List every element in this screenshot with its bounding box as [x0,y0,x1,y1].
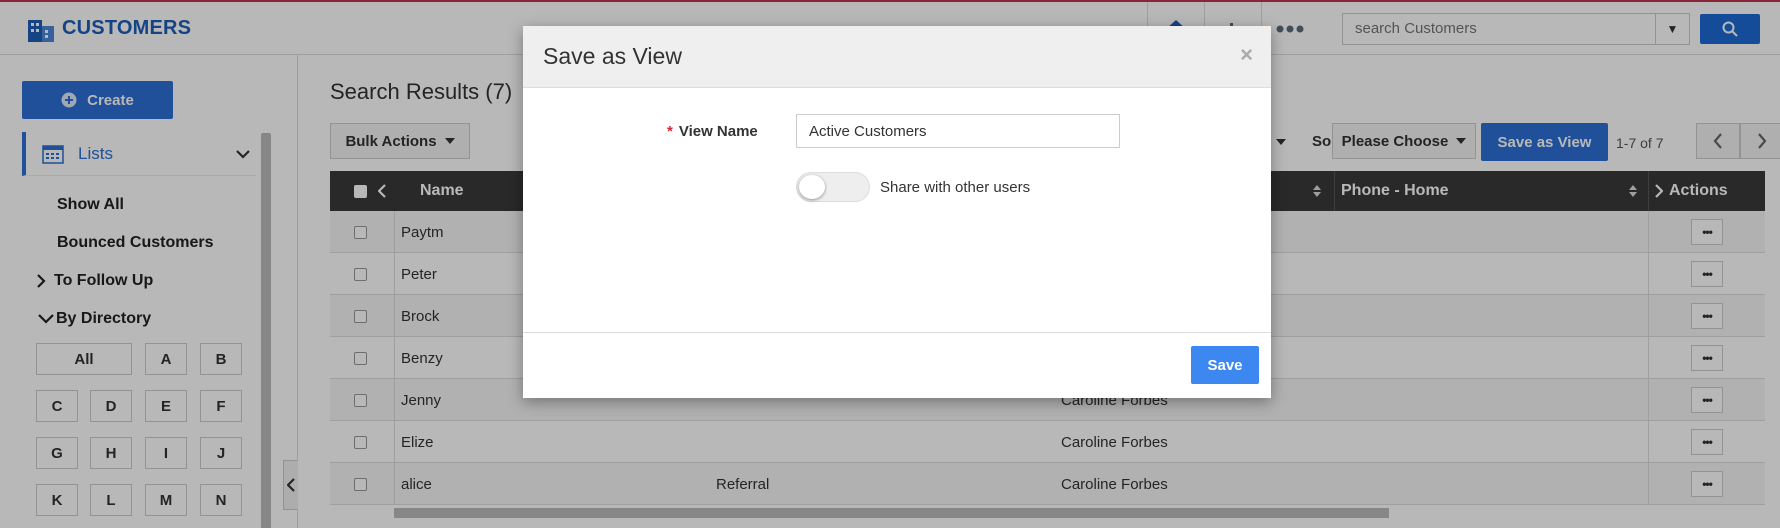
dialog-title: Save as View [543,43,682,69]
view-name-label-text: View Name [678,123,758,140]
toggle-knob [799,175,825,199]
required-mark: * [667,123,673,140]
dialog-footer: Save [523,332,1271,398]
view-name-label: * View Name [667,123,758,140]
share-label: Share with other users [880,179,1031,196]
dialog-header: Save as View × [523,26,1271,88]
save-button[interactable]: Save [1191,346,1259,384]
save-as-view-dialog: Save as View × * View Name Active Custome… [523,26,1271,398]
close-icon[interactable]: × [1240,42,1253,68]
view-name-input[interactable]: Active Customers [796,114,1120,148]
share-toggle[interactable] [796,172,870,202]
